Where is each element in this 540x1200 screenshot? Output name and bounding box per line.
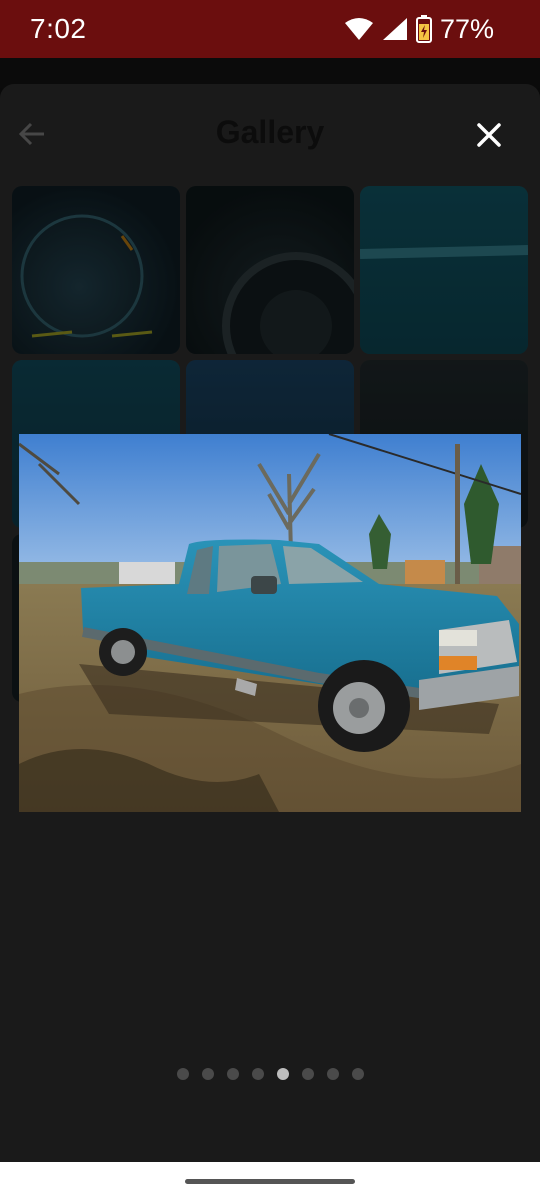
- status-time: 7:02: [30, 13, 87, 44]
- page-dot-active[interactable]: [276, 1068, 289, 1080]
- page-dot[interactable]: [226, 1068, 239, 1080]
- page-title: Gallery: [215, 114, 325, 150]
- gallery-header: Gallery: [0, 84, 540, 184]
- navigation-bar: [0, 1162, 540, 1200]
- page-dot[interactable]: [301, 1068, 314, 1080]
- status-bar: 7:02 77%: [0, 0, 540, 58]
- home-gesture-handle[interactable]: [185, 1179, 355, 1184]
- page-dot[interactable]: [351, 1068, 364, 1080]
- photo-viewer-image[interactable]: [19, 434, 521, 812]
- battery-percentage: 77%: [439, 13, 494, 44]
- battery-charging-icon: [415, 15, 432, 43]
- thumbnail[interactable]: [186, 186, 354, 354]
- page-indicator: [0, 1068, 540, 1082]
- page-dot[interactable]: [201, 1068, 214, 1080]
- status-icons: 77%: [344, 14, 494, 45]
- page-dot[interactable]: [176, 1068, 189, 1080]
- wifi-icon: [344, 18, 373, 40]
- page-dot[interactable]: [326, 1068, 339, 1080]
- cellular-signal-icon: [382, 18, 407, 40]
- thumbnail[interactable]: [360, 186, 528, 354]
- close-icon[interactable]: [472, 118, 506, 152]
- page-dot[interactable]: [251, 1068, 264, 1080]
- thumbnail[interactable]: [12, 186, 180, 354]
